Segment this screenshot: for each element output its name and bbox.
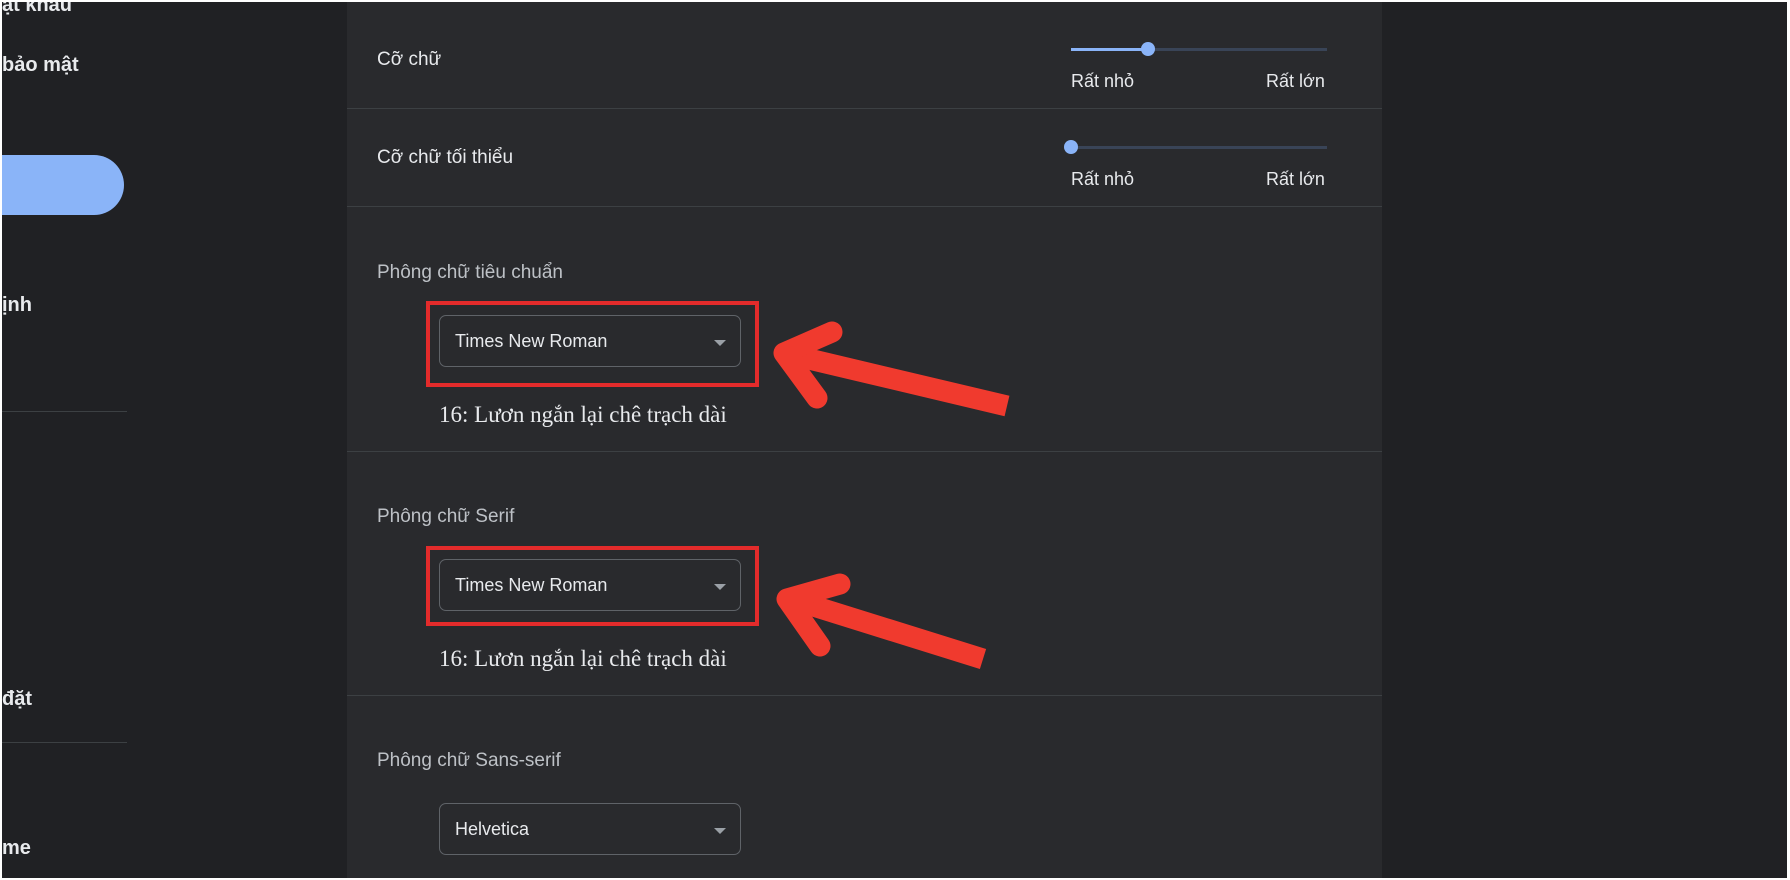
sidebar-item-chrome[interactable]: me	[2, 837, 31, 860]
sidebar-item-passwords[interactable]: ật khẩu	[2, 2, 72, 17]
annotation-arrows	[773, 321, 1010, 670]
sidebar-divider	[2, 742, 127, 743]
right-pane	[1382, 2, 1787, 878]
sidebar-divider	[2, 411, 127, 412]
arrow-icon	[773, 321, 1010, 417]
sidebar-item-reset[interactable]: đặt	[2, 688, 32, 711]
arrow-icon	[776, 573, 987, 670]
app-window: ật khẩu bảo mật ịnh đặt me Cỡ chữ Rất nh…	[2, 2, 1787, 878]
sidebar-item-appearance-active[interactable]	[2, 155, 124, 215]
sidebar-item-privacy-security[interactable]: bảo mật	[2, 54, 79, 77]
font-settings-panel: Cỡ chữ Rất nhỏ Rất lớn Cỡ chữ tối thiểu …	[347, 2, 1382, 878]
sidebar-item-default[interactable]: ịnh	[2, 294, 32, 317]
sidebar: ật khẩu bảo mật ịnh đặt me	[2, 2, 347, 878]
